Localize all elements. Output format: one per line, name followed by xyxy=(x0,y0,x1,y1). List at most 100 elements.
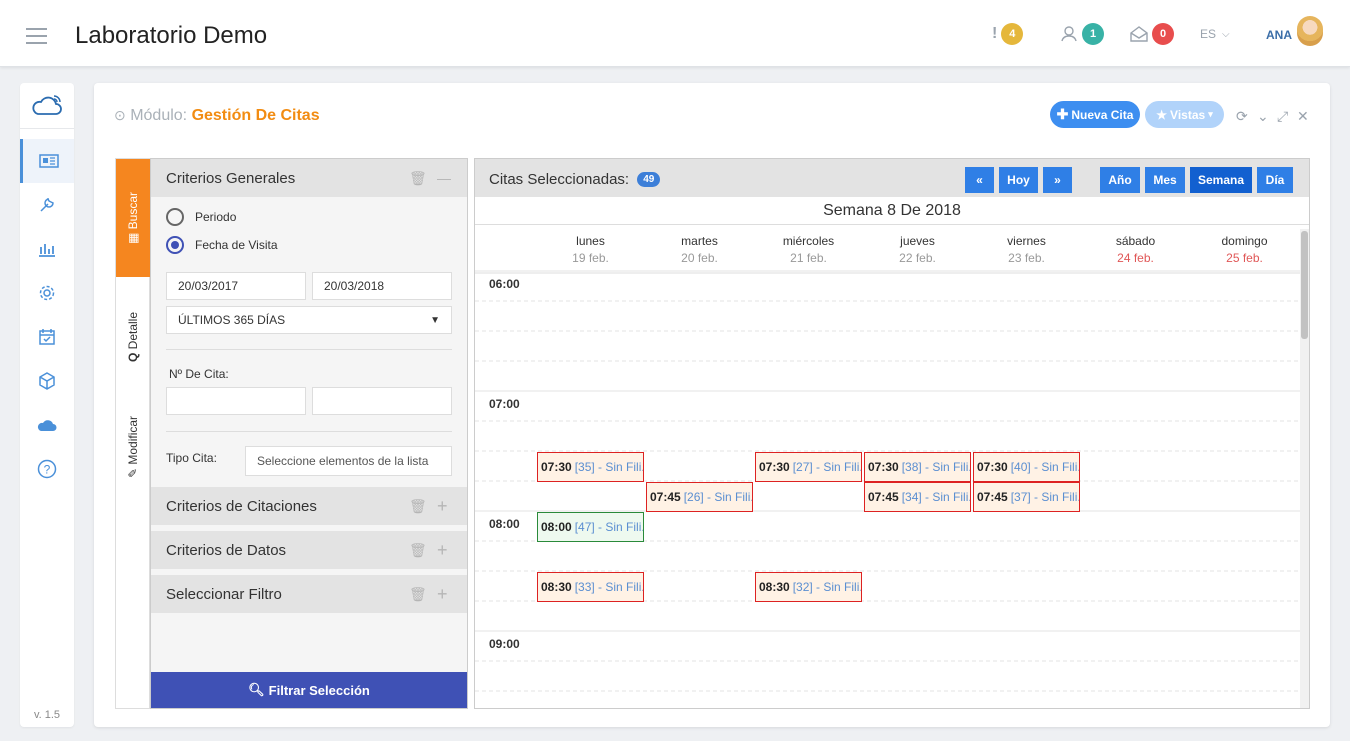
day-name: domingo xyxy=(1221,234,1268,248)
search-icon: 🔍︎ xyxy=(248,682,265,697)
today-button[interactable]: Hoy xyxy=(999,167,1038,193)
box-icon[interactable] xyxy=(20,359,74,403)
cloud-icon[interactable] xyxy=(20,403,74,447)
main-panel: ⊙ Módulo: Gestión De Citas ✚ Nueva Cita … xyxy=(94,83,1330,727)
day-header[interactable]: lunes 19 feb. xyxy=(536,234,645,265)
day-header[interactable]: sábado 24 feb. xyxy=(1081,234,1190,265)
menu-icon[interactable] xyxy=(26,28,47,49)
day-header[interactable]: martes 20 feb. xyxy=(645,234,754,265)
section-general[interactable]: Criterios Generales 🗑 — xyxy=(151,159,467,197)
day-header[interactable]: domingo 25 feb. xyxy=(1190,234,1299,265)
sidebar: ? v. 1.5 xyxy=(20,83,74,727)
appointment-event[interactable]: 07:30 [35] - Sin Fili... xyxy=(537,452,644,482)
app-title: Laboratorio Demo xyxy=(75,22,268,49)
minus-icon[interactable]: — xyxy=(437,170,451,186)
tab-detalle-label: Detalle xyxy=(126,311,141,350)
appointment-event[interactable]: 07:30 [38] - Sin Fili... xyxy=(864,452,971,482)
mail-button[interactable]: 0 xyxy=(1130,22,1174,46)
appointment-event[interactable]: 08:00 [47] - Sin Fili... xyxy=(537,512,644,542)
chevron-down-icon: ⌵ xyxy=(1222,28,1230,40)
module-title: ⊙ Módulo: Gestión De Citas xyxy=(114,107,320,125)
help-icon[interactable]: ? xyxy=(20,447,74,491)
cloud-logo-icon[interactable] xyxy=(20,83,74,129)
avatar[interactable] xyxy=(1297,16,1323,46)
day-header[interactable]: jueves 22 feb. xyxy=(863,234,972,265)
appointment-event[interactable]: 08:30 [33] - Sin Fili... xyxy=(537,572,644,602)
section-citaciones-title: Criterios de Citaciones xyxy=(166,497,317,515)
news-icon[interactable] xyxy=(20,139,74,183)
view-week-button[interactable]: Semana xyxy=(1190,167,1252,193)
radio-fecha-visita[interactable]: Fecha de Visita xyxy=(166,231,467,259)
calendar-scrollbar[interactable] xyxy=(1300,229,1309,708)
day-header[interactable]: miércoles 21 feb. xyxy=(754,234,863,265)
views-button[interactable]: ★ Vistas ▾ xyxy=(1145,101,1224,128)
event-text: [34] - Sin Fili... xyxy=(901,490,971,504)
module-name: Gestión De Citas xyxy=(191,107,320,124)
section-filtro[interactable]: Seleccionar Filtro 🗑 + xyxy=(151,575,467,613)
event-text: [47] - Sin Fili... xyxy=(574,520,644,534)
hour-label: 07:00 xyxy=(489,397,520,411)
users-button[interactable]: 1 xyxy=(1060,22,1104,46)
chart-icon[interactable] xyxy=(20,227,74,271)
view-day-button[interactable]: Día xyxy=(1257,167,1293,193)
chevron-down-icon: ▾ xyxy=(1208,109,1213,119)
tab-modificar[interactable]: ✎ Modificar xyxy=(116,397,151,497)
dropdown-arrow-icon: ▼ xyxy=(430,314,440,326)
event-text: [26] - Sin Fili... xyxy=(683,490,753,504)
appointment-event[interactable]: 07:30 [40] - Sin Fili... xyxy=(973,452,1080,482)
trash-icon[interactable]: 🗑 xyxy=(409,170,427,187)
section-citaciones[interactable]: Criterios de Citaciones 🗑 + xyxy=(151,487,467,525)
appointment-event[interactable]: 08:30 [32] - Sin Fili... xyxy=(755,572,862,602)
section-datos-title: Criterios de Datos xyxy=(166,541,287,559)
trash-icon[interactable]: 🗑 xyxy=(409,586,427,603)
appointment-event[interactable]: 07:45 [37] - Sin Fili... xyxy=(973,482,1080,512)
plus-icon: ✚ xyxy=(1056,106,1069,122)
prev-button[interactable]: « xyxy=(965,167,994,193)
expand-icon[interactable]: ⤢ xyxy=(1277,108,1288,125)
tab-buscar[interactable]: ▦ Buscar xyxy=(116,159,151,277)
wrench-icon[interactable] xyxy=(20,183,74,227)
tipo-cita-input[interactable]: Seleccione elementos de la lista xyxy=(245,446,452,476)
date-to-input[interactable]: 20/03/2018 xyxy=(312,272,452,300)
calendar-check-icon[interactable] xyxy=(20,315,74,359)
date-from-input[interactable]: 20/03/2017 xyxy=(166,272,306,300)
view-year-button[interactable]: Año xyxy=(1100,167,1140,193)
version-label: v. 1.5 xyxy=(33,709,61,721)
language-select[interactable]: ES ⌵ xyxy=(1200,22,1230,46)
plus-icon[interactable]: + xyxy=(437,496,448,517)
appointment-event[interactable]: 07:45 [34] - Sin Fili... xyxy=(864,482,971,512)
cita-from-input[interactable] xyxy=(166,387,306,415)
filter-button[interactable]: 🔍︎ Filtrar Selección xyxy=(151,672,467,708)
day-name: miércoles xyxy=(782,234,835,248)
close-icon[interactable]: ✕ xyxy=(1297,108,1309,125)
event-time: 08:30 xyxy=(541,580,572,594)
next-button[interactable]: » xyxy=(1043,167,1072,193)
trash-icon[interactable]: 🗑 xyxy=(409,542,427,559)
tab-modificar-label: Modificar xyxy=(126,415,141,465)
day-header[interactable]: viernes 23 feb. xyxy=(972,234,1081,265)
range-select[interactable]: ÚLTIMOS 365 DÍAS ▼ xyxy=(166,306,452,334)
collapse-icon[interactable]: ⌄ xyxy=(1257,108,1269,125)
plus-icon[interactable]: + xyxy=(437,584,448,605)
new-appointment-button[interactable]: ✚ Nueva Cita xyxy=(1050,101,1140,128)
gear-icon[interactable] xyxy=(20,271,74,315)
plus-icon[interactable]: + xyxy=(437,540,448,561)
tab-detalle[interactable]: Q Detalle xyxy=(116,277,151,397)
event-time: 07:45 xyxy=(868,490,899,504)
cita-to-input[interactable] xyxy=(312,387,452,415)
trash-icon[interactable]: 🗑 xyxy=(409,498,427,515)
appointment-event[interactable]: 07:30 [27] - Sin Fili... xyxy=(755,452,862,482)
svg-text:?: ? xyxy=(44,463,51,477)
day-date: 20 feb. xyxy=(681,251,718,265)
hour-label: 06:00 xyxy=(489,277,520,291)
hour-label: 08:00 xyxy=(489,517,520,531)
event-time: 07:30 xyxy=(977,460,1008,474)
section-datos[interactable]: Criterios de Datos 🗑 + xyxy=(151,531,467,569)
radio-periodo[interactable]: Periodo xyxy=(166,203,467,231)
refresh-icon[interactable]: ⟳ xyxy=(1236,108,1248,125)
event-text: [35] - Sin Fili... xyxy=(574,460,644,474)
user-name[interactable]: ANA xyxy=(1266,28,1292,42)
alerts-button[interactable]: ! 4 xyxy=(992,22,1024,46)
appointment-event[interactable]: 07:45 [26] - Sin Fili... xyxy=(646,482,753,512)
view-month-button[interactable]: Mes xyxy=(1145,167,1185,193)
